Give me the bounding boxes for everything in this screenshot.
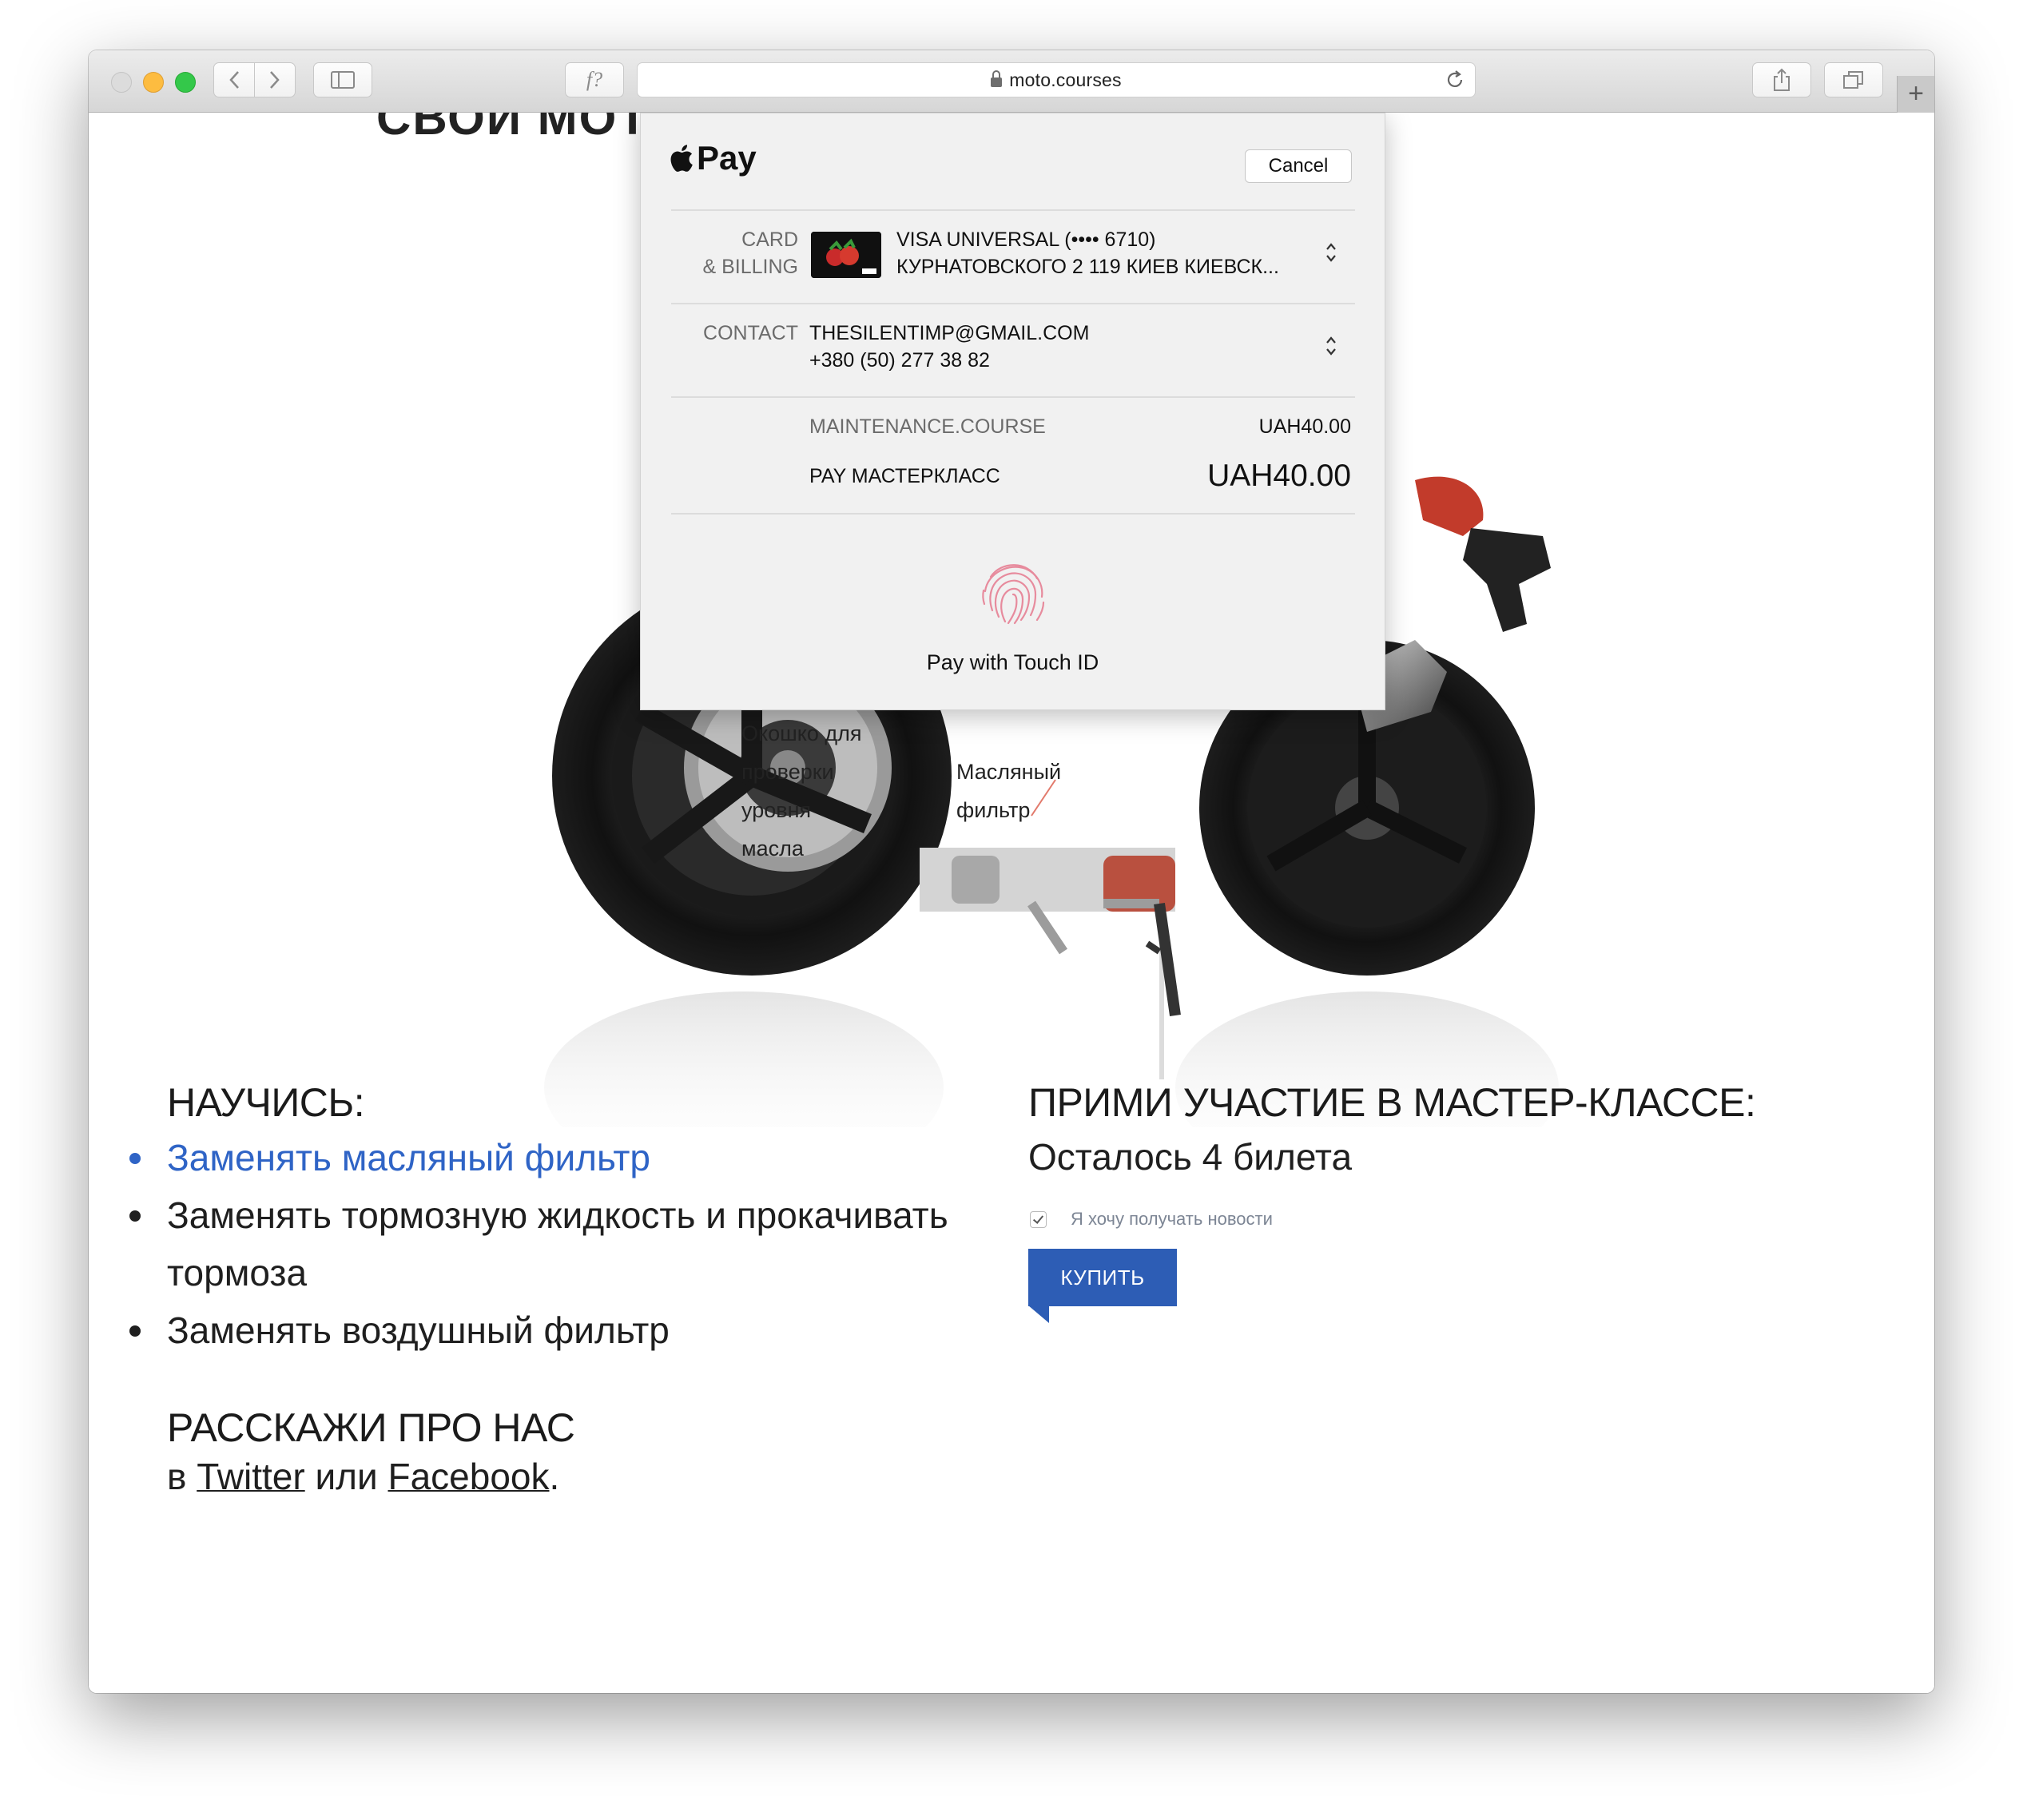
tell-middle: или: [304, 1456, 388, 1497]
apple-pay-sheet: Pay Cancel CARD & BILLING VISA UNIVERSAL…: [640, 113, 1385, 710]
learn-item[interactable]: Заменять тормозную жидкость и прокачиват…: [129, 1186, 1062, 1301]
annotation-line: масла: [741, 836, 804, 860]
apple-pay-text: Pay: [697, 139, 757, 177]
chevron-left-icon: [229, 71, 239, 89]
tell-line: в Twitter или Facebook.: [167, 1455, 559, 1498]
divider: [671, 513, 1355, 515]
contact-email: THESILENTIMP@GMAIL.COM: [809, 322, 1090, 344]
tell-suffix: .: [549, 1456, 560, 1497]
card-art-icon: [811, 232, 881, 278]
apple-icon: [670, 145, 693, 172]
url-text: moto.courses: [1009, 69, 1122, 90]
new-tab-button[interactable]: +: [1897, 76, 1934, 113]
learn-item[interactable]: Заменять масляный фильтр: [129, 1129, 1062, 1186]
web-page: СВОИ МОТОЦ Окошко для проверки уровня ма…: [89, 113, 1934, 1693]
zoom-window-button[interactable]: [175, 72, 196, 93]
card-address: КУРНАТОВСКОГО 2 119 КИЕВ КИЕВСК...: [896, 256, 1279, 278]
browser-toolbar: f? moto.courses +: [89, 50, 1934, 113]
newsletter-option[interactable]: Я хочу получать новости: [1030, 1209, 1273, 1230]
forward-button[interactable]: [254, 62, 296, 97]
contact-selector-chevron-icon[interactable]: [1325, 335, 1337, 357]
tabs-icon: [1843, 71, 1863, 89]
pay-with-touch-id-text: Pay with Touch ID: [926, 650, 1099, 674]
newsletter-label: Я хочу получать новости: [1071, 1209, 1273, 1229]
card-label-line: CARD: [741, 228, 798, 251]
annotation-oil-filter: Масляный фильтр: [956, 753, 1061, 829]
annotation-line: фильтр: [956, 798, 1031, 822]
share-button[interactable]: [1752, 62, 1811, 97]
twitter-link[interactable]: Twitter: [197, 1456, 304, 1497]
join-title: ПРИМИ УЧАСТИЕ В МАСТЕР-КЛАССЕ:: [1028, 1080, 1756, 1125]
annotation-line: проверки: [741, 760, 834, 784]
contact-label: CONTACT: [703, 322, 798, 344]
chevron-right-icon: [270, 71, 280, 89]
reader-glyph: f?: [586, 68, 603, 91]
line-item-label: MAINTENANCE.COURSE: [809, 415, 1046, 438]
share-icon: [1774, 68, 1790, 91]
annotation-line: Масляный: [956, 760, 1062, 784]
sidebar-icon: [331, 71, 355, 89]
learn-list: Заменять масляный фильтр Заменять тормоз…: [129, 1129, 1062, 1359]
reader-extension-button[interactable]: f?: [565, 62, 624, 97]
divider: [671, 396, 1355, 398]
back-button[interactable]: [213, 62, 255, 97]
browser-window: f? moto.courses + СВОИ МОТОЦ Окошко для …: [89, 50, 1934, 1693]
tabs-overview-button[interactable]: [1824, 62, 1883, 97]
minimize-window-button[interactable]: [143, 72, 164, 93]
learn-item[interactable]: Заменять воздушный фильтр: [129, 1301, 1062, 1359]
fingerprint-icon[interactable]: [973, 553, 1053, 633]
annotation-line: Окошко для: [741, 721, 862, 745]
total-amount: UAH40.00: [1207, 459, 1351, 493]
facebook-link[interactable]: Facebook: [388, 1456, 549, 1497]
apple-pay-logo: Pay: [670, 139, 757, 177]
lock-icon: [991, 70, 1003, 87]
divider: [671, 303, 1355, 304]
close-window-button[interactable]: [111, 72, 132, 93]
reload-icon[interactable]: [1445, 70, 1465, 90]
card-billing-label: CARD & BILLING: [673, 226, 799, 280]
address-bar[interactable]: moto.courses: [637, 62, 1476, 97]
card-thumbnail: [811, 232, 881, 278]
annotation-oil-window: Окошко для проверки уровня масла: [741, 714, 862, 868]
pay-label: PAY МАСТЕРКЛАСС: [809, 465, 1000, 487]
buy-button[interactable]: КУПИТЬ: [1028, 1249, 1177, 1306]
card-name: VISA UNIVERSAL (•••• 6710): [896, 228, 1156, 251]
card-selector-chevron-icon[interactable]: [1325, 241, 1337, 264]
learn-title: НАУЧИСЬ:: [167, 1080, 365, 1125]
divider: [671, 209, 1355, 211]
annotation-line: уровня: [741, 798, 812, 822]
newsletter-checkbox[interactable]: [1030, 1210, 1047, 1228]
buy-button-tail: [1028, 1305, 1049, 1323]
tell-prefix: в: [167, 1456, 197, 1497]
contact-phone: +380 (50) 277 38 82: [809, 349, 990, 372]
line-item-amount: UAH40.00: [1258, 415, 1351, 438]
tell-title: РАССКАЖИ ПРО НАС: [167, 1405, 575, 1450]
sidebar-toggle-button[interactable]: [313, 62, 372, 97]
cancel-button[interactable]: Cancel: [1245, 149, 1352, 183]
card-label-line: & BILLING: [702, 256, 799, 278]
tickets-remaining: Осталось 4 билета: [1028, 1136, 1353, 1178]
